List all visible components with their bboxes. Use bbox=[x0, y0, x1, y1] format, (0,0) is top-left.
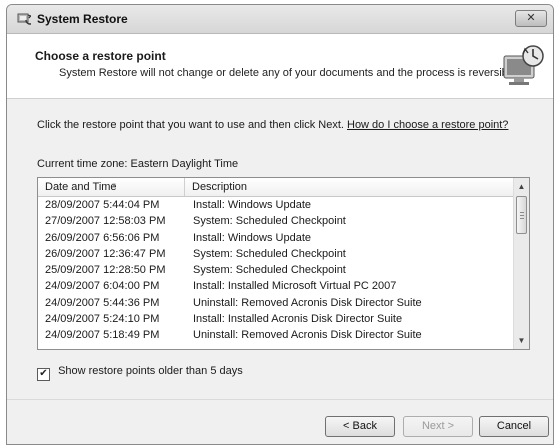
table-row[interactable]: 24/09/2007 6:04:00 PM Install: Installed … bbox=[38, 278, 514, 294]
restore-point-date: 24/09/2007 5:24:10 PM bbox=[45, 313, 160, 326]
column-header-description-label: Description bbox=[192, 181, 248, 193]
close-icon: ✕ bbox=[526, 12, 536, 24]
table-row[interactable]: 25/09/2007 12:28:50 PM System: Scheduled … bbox=[38, 262, 514, 278]
column-header-description[interactable]: Description bbox=[185, 178, 514, 196]
list-header: ▼ Date and Time Description bbox=[38, 178, 514, 197]
chevron-up-icon: ▲ bbox=[517, 182, 526, 191]
restore-point-date: 27/09/2007 12:58:03 PM bbox=[45, 215, 166, 228]
restore-point-date: 25/09/2007 12:28:50 PM bbox=[45, 264, 166, 277]
restore-point-date: 26/09/2007 6:56:06 PM bbox=[45, 231, 160, 244]
timezone-label: Current time zone: Eastern Daylight Time bbox=[37, 158, 239, 170]
table-row[interactable]: 24/09/2007 5:44:36 PM Uninstall: Removed … bbox=[38, 295, 514, 311]
grip-line bbox=[520, 215, 524, 216]
table-row[interactable]: 27/09/2007 12:58:03 PM System: Scheduled … bbox=[38, 213, 514, 229]
close-button[interactable]: ✕ bbox=[515, 10, 547, 27]
restore-point-date: 28/09/2007 5:44:04 PM bbox=[45, 199, 160, 211]
table-row[interactable]: 24/09/2007 5:18:49 PM Uninstall: Removed … bbox=[38, 327, 514, 343]
window-title: System Restore bbox=[37, 12, 128, 26]
wizard-header: Choose a restore point System Restore wi… bbox=[7, 34, 553, 99]
show-older-checkbox[interactable]: ✔ bbox=[37, 368, 50, 381]
checkmark-icon: ✔ bbox=[39, 368, 48, 379]
column-header-date[interactable]: ▼ Date and Time bbox=[38, 178, 185, 196]
restore-point-description: Uninstall: Removed Acronis Disk Director… bbox=[193, 296, 422, 309]
table-row[interactable]: 28/09/2007 5:44:04 PM Install: Windows Up… bbox=[38, 197, 514, 213]
restore-point-description: System: Scheduled Checkpoint bbox=[193, 247, 346, 260]
grip-line bbox=[520, 218, 524, 219]
table-row[interactable]: 26/09/2007 6:56:06 PM Install: Windows Up… bbox=[38, 230, 514, 246]
scroll-down-button[interactable]: ▼ bbox=[514, 333, 529, 348]
restore-point-date: 24/09/2007 5:44:36 PM bbox=[45, 296, 160, 309]
restore-point-description: System: Scheduled Checkpoint bbox=[193, 215, 346, 228]
table-row[interactable]: 26/09/2007 12:36:47 PM System: Scheduled … bbox=[38, 246, 514, 262]
show-older-label: Show restore points older than 5 days bbox=[58, 365, 243, 377]
scroll-up-button[interactable]: ▲ bbox=[514, 179, 529, 194]
restore-point-description: Install: Windows Update bbox=[193, 199, 311, 211]
help-link[interactable]: How do I choose a restore point? bbox=[347, 119, 508, 131]
wizard-footer: < Back Next > Cancel bbox=[7, 399, 553, 444]
cancel-button[interactable]: Cancel bbox=[479, 416, 549, 437]
instruction-label: Click the restore point that you want to… bbox=[37, 119, 344, 131]
sort-arrow-icon: ▼ bbox=[111, 183, 117, 189]
restore-point-description: Uninstall: Removed Acronis Disk Director… bbox=[193, 329, 422, 342]
system-restore-window: System Restore ✕ Choose a restore point … bbox=[6, 4, 554, 445]
restore-point-description: Install: Installed Microsoft Virtual PC … bbox=[193, 280, 397, 293]
system-restore-icon bbox=[17, 13, 31, 25]
list-rows: 28/09/2007 5:44:04 PM Install: Windows Up… bbox=[38, 197, 514, 344]
restore-point-date: 24/09/2007 5:18:49 PM bbox=[45, 329, 160, 342]
table-row[interactable]: 24/09/2007 5:24:10 PM Install: Installed … bbox=[38, 311, 514, 327]
restore-point-date: 24/09/2007 6:04:00 PM bbox=[45, 280, 160, 293]
restore-point-description: Install: Windows Update bbox=[193, 231, 311, 244]
instruction-text: Click the restore point that you want to… bbox=[37, 119, 508, 131]
show-older-option[interactable]: ✔ Show restore points older than 5 days bbox=[37, 365, 243, 381]
page-subtitle: System Restore will not change or delete… bbox=[59, 67, 520, 79]
column-header-date-label: Date and Time bbox=[45, 181, 117, 193]
grip-line bbox=[520, 212, 524, 213]
page-title: Choose a restore point bbox=[35, 49, 166, 63]
scroll-thumb[interactable] bbox=[516, 196, 527, 234]
wizard-content: Click the restore point that you want to… bbox=[7, 99, 553, 444]
restore-point-description: System: Scheduled Checkpoint bbox=[193, 264, 346, 277]
next-button[interactable]: Next > bbox=[403, 416, 473, 437]
chevron-down-icon: ▼ bbox=[517, 336, 526, 345]
restore-computer-icon bbox=[503, 45, 544, 85]
restore-point-date: 26/09/2007 12:36:47 PM bbox=[45, 247, 166, 260]
title-bar[interactable]: System Restore ✕ bbox=[7, 5, 553, 34]
vertical-scrollbar[interactable]: ▲ ▼ bbox=[513, 178, 529, 349]
restore-points-list[interactable]: ▼ Date and Time Description 28/09/2007 5… bbox=[37, 177, 530, 350]
restore-point-description: Install: Installed Acronis Disk Director… bbox=[193, 313, 403, 326]
back-button[interactable]: < Back bbox=[325, 416, 395, 437]
